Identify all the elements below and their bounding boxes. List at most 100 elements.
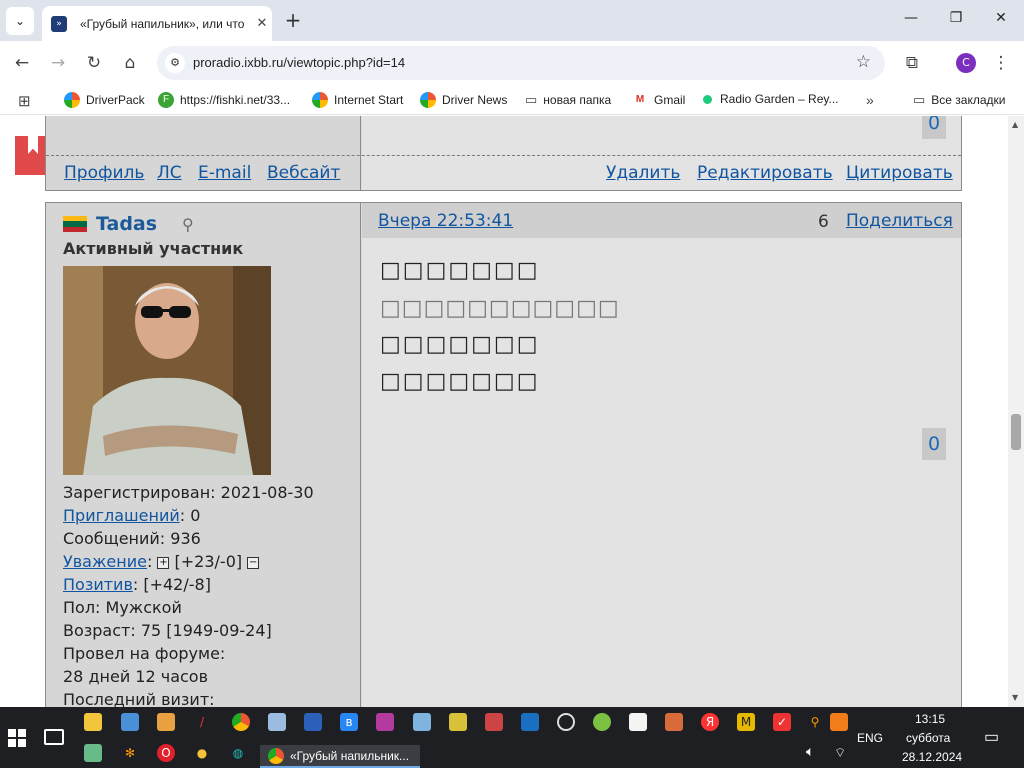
- task-view-icon[interactable]: [44, 729, 64, 745]
- avatar[interactable]: [63, 266, 271, 475]
- bookmark-folder-new[interactable]: ▭ новая папка: [525, 92, 611, 108]
- start-icon[interactable]: [8, 729, 26, 747]
- bookmark-driverpack[interactable]: DriverPack: [64, 92, 145, 108]
- positive-value: : [+42/-8]: [132, 575, 211, 594]
- address-bar[interactable]: ⚙ proradio.ixbb.ru/viewtopic.php?id=14 ☆: [157, 46, 885, 80]
- registered-info: Зарегистрирован: 2021-08-30: [63, 483, 314, 502]
- apps-grid-icon[interactable]: ⊞: [18, 92, 31, 110]
- m-app-icon[interactable]: M: [737, 713, 755, 731]
- photo-icon[interactable]: [521, 713, 539, 731]
- rating-counter[interactable]: 0: [922, 428, 946, 460]
- rating-counter[interactable]: 0: [922, 116, 946, 139]
- edit-link[interactable]: Редактировать: [697, 163, 833, 183]
- close-tab-icon[interactable]: ✕: [254, 16, 270, 31]
- post-date-link[interactable]: Вчера 22:53:41: [378, 211, 513, 231]
- bookmark-radio-garden[interactable]: Radio Garden – Rey...: [703, 92, 839, 106]
- active-tab[interactable]: » «Грубый напильник», или что ✕: [42, 6, 272, 41]
- new-tab-icon[interactable]: +: [283, 9, 303, 31]
- reload-icon[interactable]: ↻: [84, 53, 104, 73]
- forum-time-value: 28 дней 12 часов: [63, 667, 209, 686]
- scroll-down-icon[interactable]: ▼: [1012, 693, 1018, 702]
- url-text[interactable]: proradio.ixbb.ru/viewtopic.php?id=14: [193, 55, 405, 70]
- bookmark-driver-news[interactable]: Driver News: [420, 92, 507, 108]
- restore-icon[interactable]: ❐: [946, 10, 966, 26]
- back-icon[interactable]: ←: [12, 53, 32, 73]
- archive-icon[interactable]: [157, 713, 175, 731]
- tool-icon[interactable]: /: [193, 713, 211, 731]
- post-number: 6: [818, 212, 829, 232]
- scroll-up-icon[interactable]: ▲: [1012, 120, 1018, 129]
- paw-icon[interactable]: ✻: [121, 744, 139, 762]
- search-icon[interactable]: ⚲: [182, 215, 194, 234]
- bookmark-label: Internet Start: [334, 93, 404, 107]
- vk-icon[interactable]: в: [340, 713, 358, 731]
- windows-taskbar: / в Я M ✓ ⚲ ✻ O ● ◍ «Грубый напильник...…: [0, 707, 1024, 768]
- map-icon[interactable]: [84, 744, 102, 762]
- opera-icon[interactable]: O: [157, 744, 175, 762]
- menu-kebab-icon[interactable]: ⋮: [991, 53, 1011, 73]
- share-link[interactable]: Поделиться: [846, 211, 953, 231]
- database-icon[interactable]: [449, 713, 467, 731]
- profile-link[interactable]: Профиль: [64, 163, 144, 183]
- plus-icon[interactable]: +: [157, 556, 170, 569]
- cpu-icon[interactable]: [665, 713, 683, 731]
- taskbar-chrome-window[interactable]: «Грубый напильник...: [260, 745, 420, 768]
- volume-icon[interactable]: 🔈︎: [806, 743, 814, 760]
- clock-day[interactable]: суббота: [906, 731, 950, 745]
- file-explorer-icon[interactable]: [84, 713, 102, 731]
- search-app-icon[interactable]: ⚲: [806, 713, 824, 731]
- network-icon[interactable]: ⌔: [834, 745, 846, 761]
- clock-date[interactable]: 28.12.2024: [902, 750, 962, 764]
- author-name[interactable]: Tadas: [96, 213, 157, 235]
- email-link[interactable]: E-mail: [198, 163, 251, 183]
- positive-link[interactable]: Позитив: [63, 575, 133, 594]
- site-favicon-icon: »: [51, 15, 67, 32]
- respect-info: Уважение: + [+23/-0] −: [63, 552, 260, 571]
- bookmark-star-icon[interactable]: ☆: [856, 52, 871, 72]
- scroll-thumb[interactable]: [1011, 414, 1021, 450]
- bookmark-label: DriverPack: [86, 93, 145, 107]
- media-icon[interactable]: [485, 713, 503, 731]
- page-scrollbar[interactable]: ▲ ▼: [1008, 116, 1024, 707]
- minus-icon[interactable]: −: [247, 556, 260, 569]
- tab-search-button[interactable]: ⌄: [6, 7, 34, 35]
- bookmark-internet-start[interactable]: Internet Start: [312, 92, 403, 108]
- forward-icon[interactable]: →: [48, 53, 68, 73]
- pm-link[interactable]: ЛС: [157, 163, 182, 183]
- radio-garden-icon: [703, 94, 712, 104]
- notepad-icon[interactable]: [413, 713, 431, 731]
- respect-link[interactable]: Уважение: [63, 552, 147, 571]
- profile-avatar[interactable]: C: [956, 53, 976, 73]
- this-pc-icon[interactable]: [121, 713, 139, 731]
- clock-time[interactable]: 13:15: [915, 712, 945, 726]
- calculator-icon[interactable]: [268, 713, 286, 731]
- yandex-icon[interactable]: Я: [701, 713, 719, 731]
- chrome-icon[interactable]: [232, 713, 250, 731]
- language-indicator[interactable]: ENG: [857, 731, 883, 745]
- site-info-icon[interactable]: ⚙: [165, 53, 185, 73]
- document-icon[interactable]: [629, 713, 647, 731]
- extensions-icon[interactable]: ⧉: [902, 53, 922, 73]
- orange-app-icon[interactable]: [830, 713, 848, 731]
- bookmark-all[interactable]: ▭ Все закладки: [913, 92, 1006, 108]
- website-link[interactable]: Вебсайт: [267, 163, 340, 183]
- close-window-icon[interactable]: ✕: [991, 10, 1011, 26]
- circle-app-icon[interactable]: [557, 713, 575, 731]
- word-icon[interactable]: [304, 713, 322, 731]
- minimize-icon[interactable]: —: [901, 10, 921, 26]
- home-icon[interactable]: ⌂: [120, 53, 140, 73]
- more-bookmarks-icon[interactable]: »: [866, 92, 874, 108]
- invites-link[interactable]: Приглашений: [63, 506, 180, 525]
- bookmark-label: Driver News: [442, 93, 508, 107]
- globe-icon[interactable]: ◍: [229, 744, 247, 762]
- beeline-icon[interactable]: ●: [193, 744, 211, 762]
- post-author-column: Tadas ⚲ Активный участник Зарегистрирова…: [46, 203, 361, 707]
- delete-link[interactable]: Удалить: [606, 163, 680, 183]
- winrar-icon[interactable]: [376, 713, 394, 731]
- green-app-icon[interactable]: [593, 713, 611, 731]
- bookmark-gmail[interactable]: M Gmail: [632, 92, 685, 108]
- bookmark-fishki[interactable]: Fhttps://fishki.net/33...: [158, 92, 290, 108]
- notifications-icon[interactable]: ▭: [984, 727, 999, 747]
- quote-link[interactable]: Цитировать: [846, 163, 953, 183]
- check-app-icon[interactable]: ✓: [773, 713, 791, 731]
